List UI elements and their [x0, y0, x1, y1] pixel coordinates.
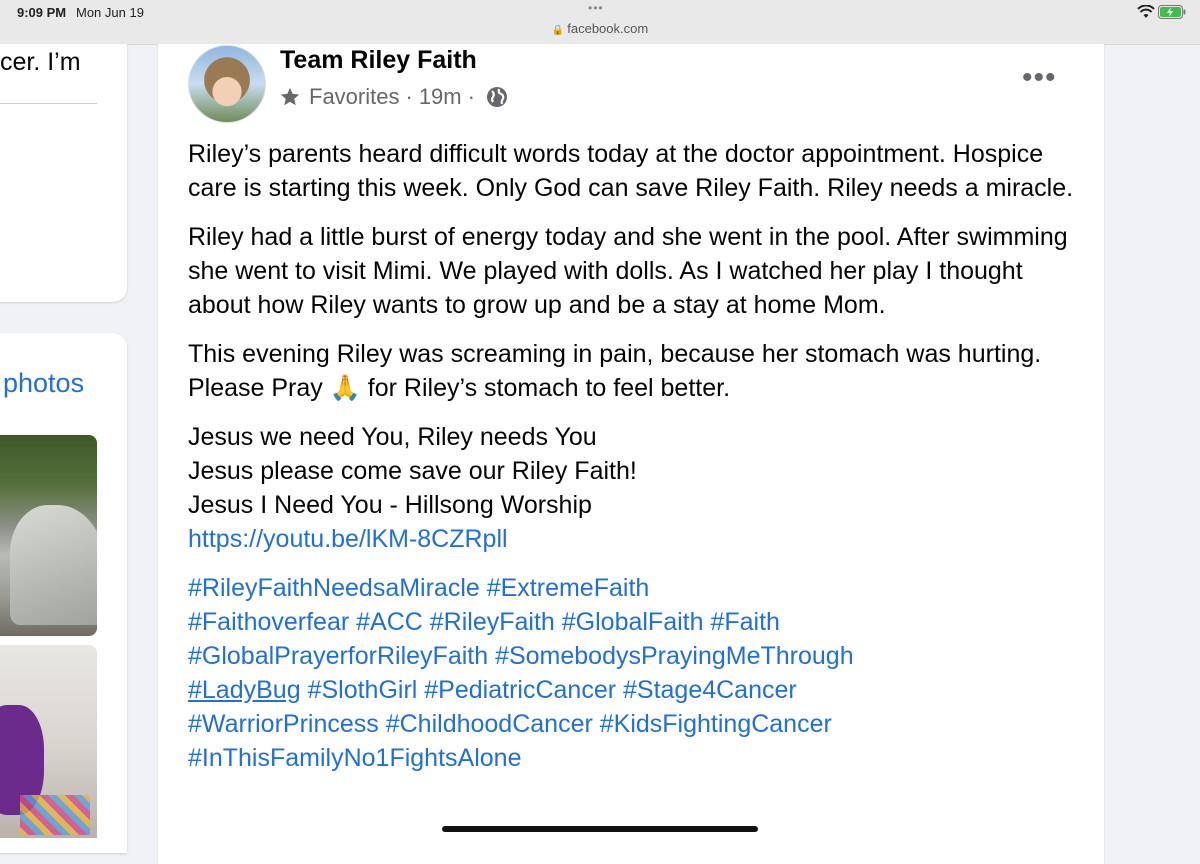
post-body: Riley’s parents heard difficult words to… — [188, 137, 1078, 790]
address-bar[interactable]: 🔒 facebook.com — [0, 21, 1200, 36]
left-card — [0, 44, 127, 302]
photo-thumbnail[interactable] — [0, 645, 97, 838]
avatar[interactable] — [188, 45, 266, 123]
audience-label[interactable]: Favorites — [309, 84, 399, 110]
lyrics-block: Jesus we need You, Riley needs You Jesus… — [188, 420, 1078, 556]
hashtags-block: #RileyFaithNeedsaMiracle #ExtremeFaith #… — [188, 571, 1078, 775]
meta-separator: · — [405, 84, 413, 109]
lyrics-line: Jesus we need You, Riley needs You — [188, 423, 597, 451]
post-author[interactable]: Team Riley Faith — [280, 46, 477, 75]
status-date: Mon Jun 19 — [76, 5, 144, 20]
hashtag-line[interactable]: #LadyBug #SlothGirl #PediatricCancer #St… — [188, 673, 1078, 707]
photos-link[interactable]: photos — [3, 368, 84, 399]
status-time: 9:09 PM — [17, 5, 67, 20]
post-paragraph: This evening Riley was screaming in pain… — [188, 340, 1042, 402]
post-meta: Favorites · 19m · — [279, 84, 509, 110]
lyrics-line: Jesus please come save our Riley Faith! — [188, 457, 637, 485]
hashtag-slothgirl[interactable]: #SlothGirl — [308, 676, 418, 704]
star-icon — [280, 87, 300, 106]
photo-content — [20, 795, 90, 835]
status-bar: 9:09 PM Mon Jun 19 ••• 🔒 facebook.com — [0, 0, 1200, 45]
post-paragraph: Riley’s parents heard difficult words to… — [188, 140, 1074, 202]
more-options-icon[interactable]: ••• — [1022, 63, 1057, 93]
post-paragraph: Riley had a little burst of energy today… — [188, 223, 1068, 319]
left-card-text: cer. I’m — [0, 48, 81, 76]
hashtag-rest[interactable]: #PediatricCancer #Stage4Cancer — [424, 676, 796, 704]
meta-separator: · — [467, 84, 475, 109]
hashtag-line[interactable]: #InThisFamilyNo1FightsAlone — [188, 741, 1078, 775]
lock-icon: 🔒 — [551, 25, 565, 36]
photo-thumbnail[interactable] — [0, 435, 97, 636]
hashtag-line[interactable]: #GlobalPrayerforRileyFaith #SomebodysPra… — [188, 639, 1078, 673]
hashtag-ladybug[interactable]: #LadyBug — [188, 676, 301, 704]
hashtag-line[interactable]: #WarriorPrincess #ChildhoodCancer #KidsF… — [188, 707, 1078, 741]
address-url: facebook.com — [567, 21, 649, 36]
wifi-icon — [1137, 5, 1155, 18]
battery-charging-icon — [1158, 5, 1186, 19]
divider — [0, 103, 97, 104]
hashtag-line[interactable]: #RileyFaithNeedsaMiracle #ExtremeFaith — [188, 571, 1078, 605]
lyrics-line: Jesus I Need You - Hillsong Worship — [188, 491, 592, 519]
youtube-link[interactable]: https://youtu.be/lKM-8CZRpll — [188, 522, 1078, 556]
multitask-dots-icon[interactable]: ••• — [588, 1, 604, 15]
home-indicator[interactable] — [442, 826, 758, 832]
photo-content — [10, 505, 97, 625]
globe-icon — [486, 87, 507, 107]
post-time[interactable]: 19m — [419, 84, 462, 110]
hashtag-line[interactable]: #Faithoverfear #ACC #RileyFaith #GlobalF… — [188, 605, 1078, 639]
